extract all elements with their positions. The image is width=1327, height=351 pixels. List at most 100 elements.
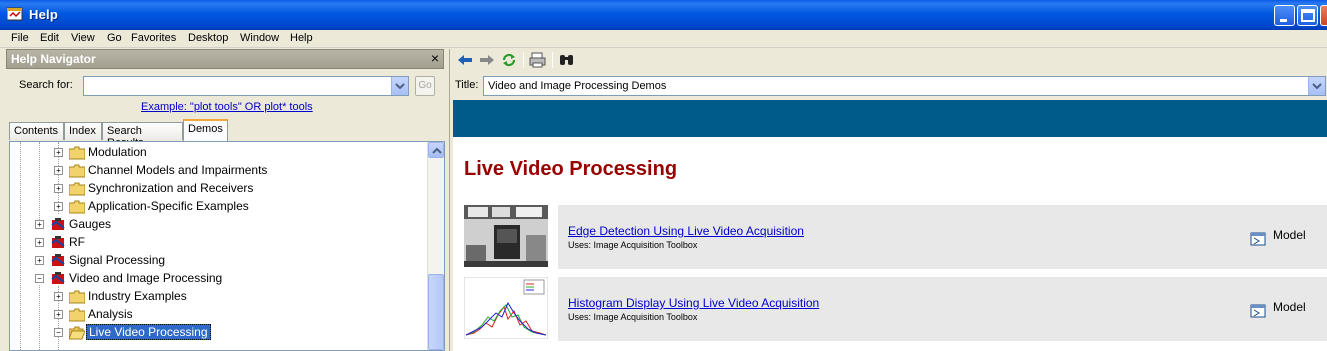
tree-item-label: RF: [69, 235, 85, 249]
demo-row: Edge Detection Using Live Video Acquisit…: [558, 205, 1327, 269]
blockset-icon: [51, 272, 65, 284]
menu-view[interactable]: View: [71, 32, 95, 44]
page-title-select[interactable]: Video and Image Processing Demos: [483, 76, 1326, 96]
page-title-value: Video and Image Processing Demos: [488, 80, 667, 92]
toolbar-separator: [552, 52, 553, 68]
expand-icon[interactable]: +: [35, 220, 44, 229]
folder-icon: [69, 290, 85, 304]
folder-icon: [69, 164, 85, 178]
tree-item-label: Modulation: [88, 145, 147, 159]
expand-icon[interactable]: +: [54, 148, 63, 157]
navigator-title: Help Navigator: [11, 52, 96, 66]
title-bar: Help: [0, 0, 1327, 30]
close-window-button[interactable]: [1320, 5, 1327, 26]
go-button[interactable]: Go: [415, 76, 435, 96]
tree-item-label: Signal Processing: [69, 253, 166, 267]
demo-link-histogram-display[interactable]: Histogram Display Using Live Video Acqui…: [568, 296, 819, 310]
demos-tree: + Modulation + Channel Models and Impair…: [9, 141, 445, 351]
menu-edit[interactable]: Edit: [40, 32, 59, 44]
menu-favorites[interactable]: Favorites: [131, 32, 176, 44]
tab-index[interactable]: Index: [64, 122, 102, 140]
window-title: Help: [29, 7, 58, 22]
tab-demos[interactable]: Demos: [183, 119, 228, 141]
tab-contents[interactable]: Contents: [9, 122, 64, 140]
demo-link-edge-detection[interactable]: Edge Detection Using Live Video Acquisit…: [568, 224, 804, 238]
toolbar-separator: [523, 52, 524, 68]
folder-open-icon: [69, 326, 85, 340]
folder-icon: [69, 200, 85, 214]
blockset-icon: [51, 218, 65, 230]
maximize-icon: [1301, 9, 1315, 22]
close-navigator-icon[interactable]: ×: [431, 50, 439, 66]
tree-item-label: Gauges: [69, 217, 112, 231]
help-app-icon: [7, 7, 23, 21]
chevron-up-icon: [432, 147, 442, 154]
tree-item-label: Live Video Processing: [86, 324, 211, 340]
model-link[interactable]: Model: [1273, 300, 1306, 314]
scroll-up-button[interactable]: [428, 142, 444, 158]
collapse-icon[interactable]: −: [35, 274, 44, 283]
title-dropdown-button[interactable]: [1308, 77, 1325, 95]
expand-icon[interactable]: +: [54, 310, 63, 319]
forward-arrow-icon[interactable]: [478, 52, 496, 68]
search-input[interactable]: [83, 76, 409, 96]
menu-file[interactable]: File: [11, 32, 29, 44]
print-icon[interactable]: [529, 52, 547, 68]
tree-guide: [20, 142, 21, 350]
histogram-display-thumbnail[interactable]: [464, 277, 548, 339]
expand-icon[interactable]: +: [54, 292, 63, 301]
tab-search-results[interactable]: Search Results: [102, 122, 183, 149]
tree-item-label: Application-Specific Examples: [88, 199, 249, 213]
tree-item-label: Video and Image Processing: [69, 271, 223, 285]
model-icon[interactable]: [1250, 232, 1266, 246]
collapse-icon[interactable]: −: [54, 328, 63, 337]
search-label: Search for:: [19, 79, 73, 91]
model-icon[interactable]: [1250, 304, 1266, 318]
expand-icon[interactable]: +: [54, 184, 63, 193]
expand-icon[interactable]: +: [54, 202, 63, 211]
tree-item-label: Industry Examples: [88, 289, 187, 303]
tree-item-label: Channel Models and Impairments: [88, 163, 268, 177]
navigator-header: Help Navigator ×: [6, 49, 444, 69]
minimize-button[interactable]: [1274, 5, 1295, 26]
search-dropdown-button[interactable]: [391, 77, 408, 95]
model-link[interactable]: Model: [1273, 228, 1306, 242]
tree-item-label: Synchronization and Receivers: [88, 181, 254, 195]
expand-icon[interactable]: +: [35, 256, 44, 265]
menu-bar: File Edit View Go Favorites Desktop Wind…: [0, 30, 1327, 48]
demo-row: Histogram Display Using Live Video Acqui…: [558, 277, 1327, 341]
menu-window[interactable]: Window: [240, 32, 279, 44]
folder-icon: [69, 182, 85, 196]
edge-detection-thumbnail[interactable]: [464, 205, 548, 267]
scroll-thumb[interactable]: [428, 274, 444, 350]
help-navigator-pane: Help Navigator × Search for: Go Example:…: [0, 49, 446, 351]
folder-icon: [69, 308, 85, 322]
chevron-down-icon: [1312, 83, 1322, 90]
menu-go[interactable]: Go: [107, 32, 122, 44]
binoculars-icon[interactable]: [558, 52, 576, 68]
back-arrow-icon[interactable]: [456, 52, 474, 68]
menu-help[interactable]: Help: [290, 32, 313, 44]
folder-icon: [69, 146, 85, 160]
title-label: Title:: [455, 79, 479, 91]
expand-icon[interactable]: +: [35, 238, 44, 247]
expand-icon[interactable]: +: [54, 166, 63, 175]
blockset-icon: [51, 254, 65, 266]
demo-uses-text: Uses: Image Acquisition Toolbox: [568, 312, 698, 322]
chevron-down-icon: [395, 83, 405, 90]
blockset-icon: [51, 236, 65, 248]
minimize-icon: [1280, 19, 1287, 22]
example-link[interactable]: Example: "plot tools" OR plot* tools: [141, 101, 313, 113]
page-banner: [453, 100, 1327, 137]
maximize-button[interactable]: [1297, 5, 1318, 26]
menu-desktop[interactable]: Desktop: [188, 32, 228, 44]
help-content: Live Video Processing Edge Detection Usi…: [453, 100, 1327, 351]
refresh-icon[interactable]: [500, 52, 518, 68]
tree-item-label: Analysis: [88, 307, 133, 321]
tree-guide: [39, 285, 40, 350]
page-heading: Live Video Processing: [464, 158, 678, 180]
help-browser-pane: Title: Video and Image Processing Demos …: [449, 49, 1327, 351]
tree-scrollbar[interactable]: [427, 142, 444, 350]
demo-uses-text: Uses: Image Acquisition Toolbox: [568, 240, 698, 250]
tree-guide: [39, 142, 40, 222]
